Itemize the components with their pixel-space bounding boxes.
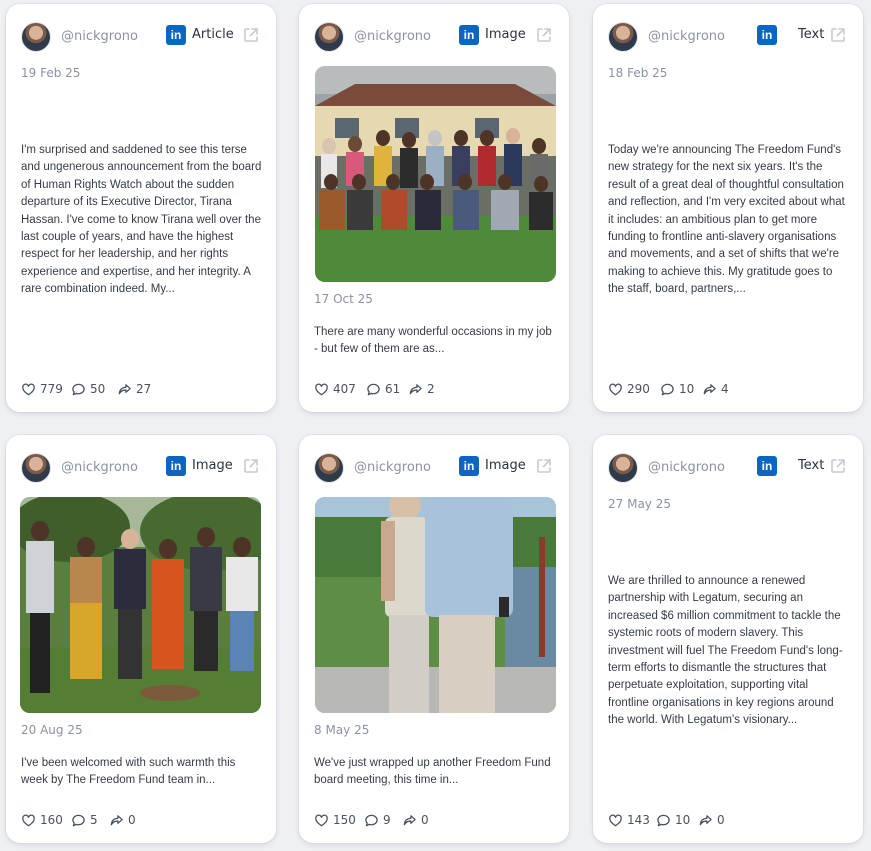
author-handle[interactable]: @nickgrono [648,29,725,44]
heart-icon [314,382,329,397]
like-count: 779 [40,382,63,396]
card-header: @nickgrono in Text [608,451,849,487]
heart-icon [21,813,36,828]
post-card[interactable]: @nickgrono in Article 19 Feb 25 I'm surp… [6,4,276,412]
heart-icon [608,813,623,828]
post-type-label: Text [798,27,825,42]
avatar [608,22,638,52]
heart-icon [608,382,623,397]
author-handle[interactable]: @nickgrono [61,29,138,44]
post-image[interactable] [315,497,556,713]
comment-count: 10 [679,382,695,396]
share-icon [109,813,124,828]
comment-count: 10 [675,813,691,827]
share-count: 2 [427,382,435,396]
comment-icon [366,382,381,397]
post-card[interactable]: @nickgrono in Text 27 May 25 We are thri… [593,435,863,843]
author-handle[interactable]: @nickgrono [648,460,725,475]
post-date: 17 Oct 25 [314,292,373,306]
post-text: I've been welcomed with such warmth this… [21,757,236,787]
card-header: @nickgrono in Image [314,451,555,487]
external-link-icon[interactable] [242,457,260,475]
comment-count: 61 [385,382,401,396]
author-handle[interactable]: @nickgrono [61,460,138,475]
post-text: We are thrilled to announce a renewed pa… [608,575,843,727]
share-count: 0 [128,813,136,827]
post-card[interactable]: @nickgrono in Image 8 May 25 We've just … [299,435,569,843]
comment-icon [656,813,671,828]
heart-icon [21,382,36,397]
comment-count: 5 [90,813,98,827]
post-type-label: Text [798,458,825,473]
card-header: @nickgrono in Text [608,20,849,56]
card-header: @nickgrono in Image [314,20,555,56]
external-link-icon[interactable] [535,26,553,44]
comment-count: 9 [383,813,391,827]
post-card[interactable]: @nickgrono in Text 18 Feb 25 Today we're… [593,4,863,412]
share-icon [698,813,713,828]
post-text: There are many wonderful occasions in my… [314,326,552,356]
post-image[interactable] [20,497,261,713]
post-type-label: Image [192,458,233,473]
post-type-label: Article [192,27,234,42]
post-image[interactable] [315,66,556,282]
share-icon [117,382,132,397]
share-icon [702,382,717,397]
post-card[interactable]: @nickgrono in Image 20 Aug 25 I've been … [6,435,276,843]
linkedin-icon: in [166,25,186,45]
linkedin-icon: in [459,456,479,476]
avatar [314,22,344,52]
avatar [608,453,638,483]
like-count: 407 [333,382,356,396]
post-date: 19 Feb 25 [21,66,81,80]
comment-icon [71,382,86,397]
post-text: I'm surprised and saddened to see this t… [21,144,262,296]
post-date: 8 May 25 [314,723,370,737]
linkedin-icon: in [459,25,479,45]
author-handle[interactable]: @nickgrono [354,460,431,475]
post-date: 18 Feb 25 [608,66,668,80]
post-text: We've just wrapped up another Freedom Fu… [314,757,551,787]
linkedin-icon: in [166,456,186,476]
post-text: Today we're announcing The Freedom Fund'… [608,144,845,296]
share-icon [408,382,423,397]
post-date: 27 May 25 [608,497,671,511]
external-link-icon[interactable] [535,457,553,475]
comment-count: 50 [90,382,106,396]
linkedin-icon: in [757,25,777,45]
like-count: 290 [627,382,650,396]
avatar [21,22,51,52]
comment-icon [71,813,86,828]
card-header: @nickgrono in Article [21,20,262,56]
group-photo-image [315,66,556,282]
duo-photo-image [315,497,556,713]
like-count: 160 [40,813,63,827]
group-photo-image [20,497,261,713]
share-count: 0 [717,813,725,827]
comment-icon [660,382,675,397]
post-card[interactable]: @nickgrono in Image 17 Oct 25 There are … [299,4,569,412]
share-count: 27 [136,382,152,396]
share-count: 4 [721,382,729,396]
post-type-label: Image [485,27,526,42]
external-link-icon[interactable] [242,26,260,44]
heart-icon [314,813,329,828]
external-link-icon[interactable] [829,26,847,44]
external-link-icon[interactable] [829,457,847,475]
card-header: @nickgrono in Image [21,451,262,487]
post-type-label: Image [485,458,526,473]
author-handle[interactable]: @nickgrono [354,29,431,44]
post-date: 20 Aug 25 [21,723,83,737]
avatar [21,453,51,483]
comment-icon [364,813,379,828]
share-count: 0 [421,813,429,827]
linkedin-icon: in [757,456,777,476]
avatar [314,453,344,483]
like-count: 143 [627,813,650,827]
share-icon [402,813,417,828]
like-count: 150 [333,813,356,827]
